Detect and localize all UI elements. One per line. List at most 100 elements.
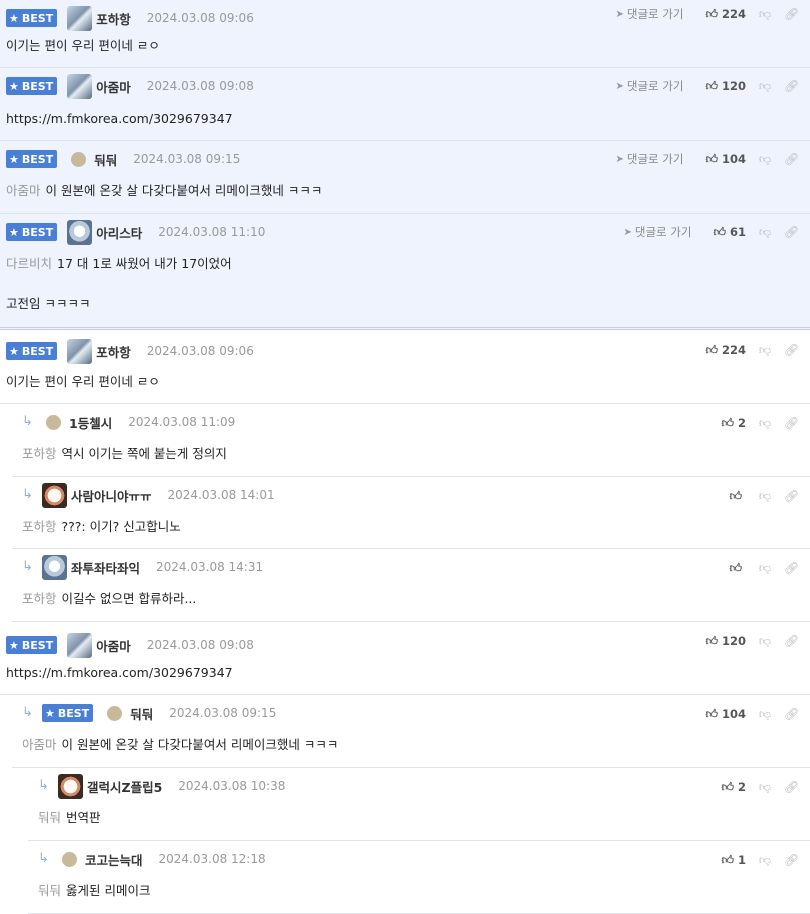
star-icon: ★ [9, 225, 19, 239]
avatar[interactable] [67, 73, 93, 99]
reply-arrow-icon: ↳ [38, 778, 49, 793]
nickname[interactable]: 사람아니야ㅠㅠ [71, 486, 152, 505]
mention[interactable]: 다르비치 [6, 256, 52, 271]
goto-comment-link[interactable]: ➤ 댓글로 가기 [615, 6, 683, 22]
avatar[interactable] [71, 151, 87, 167]
dislike-button[interactable]: 👎︎ [758, 343, 772, 358]
best-comment: ★ BEST 아리스타 2024.03.08 11:10 ➤ 댓글로 가기 👍︎ 61… [0, 214, 810, 330]
link-icon[interactable]: 🔗︎ [784, 79, 799, 93]
thumbs-up-icon: 👍︎ [705, 706, 718, 721]
dislike-button[interactable]: 👎︎ [758, 79, 772, 94]
comment-date: 2024.03.08 09:15 [169, 706, 277, 720]
dislike-button[interactable]: 👎︎ [758, 489, 772, 504]
thumbs-up-icon: 👍︎ [705, 78, 718, 93]
nickname[interactable]: 아줌마 [96, 77, 131, 96]
link-icon[interactable]: 🔗︎ [784, 7, 799, 21]
reply-arrow-icon: ↳ [22, 414, 33, 429]
link-icon[interactable]: 🔗︎ [784, 152, 799, 166]
reply-comment: ↳ ★ BEST 둬둬 2024.03.08 09:15 👍︎ 104 👎︎ 🔗︎ … [12, 695, 810, 768]
dislike-button[interactable]: 👎︎ [758, 780, 772, 795]
like-button[interactable]: 👍︎ 2 [721, 416, 746, 431]
dislike-button[interactable]: 👎︎ [758, 225, 772, 240]
avatar[interactable] [67, 5, 93, 31]
mention[interactable]: 아줌마 [22, 737, 57, 752]
comment-text: 이기는 편이 우리 편이네 ㄹㅇ [6, 374, 160, 389]
avatar[interactable] [46, 414, 61, 430]
comment-text: 역시 이기는 쪽에 붙는게 정의지 [61, 446, 227, 461]
best-comment: ★ BEST 아줌마 2024.03.08 09:08 ➤ 댓글로 가기 👍︎ 120… [0, 68, 810, 141]
nickname[interactable]: 갤럭시Z플립5 [87, 777, 162, 796]
dislike-button[interactable]: 👎︎ [758, 7, 772, 22]
reply-arrow-icon: ↳ [38, 851, 49, 866]
like-button[interactable]: 👍︎ 2 [721, 780, 746, 795]
nickname[interactable]: 아줌마 [96, 636, 131, 655]
reply-arrow-icon: ↳ [22, 487, 33, 502]
dislike-button[interactable]: 👎︎ [758, 634, 772, 649]
link-icon[interactable]: 🔗︎ [784, 634, 799, 648]
avatar[interactable] [42, 554, 67, 580]
nickname[interactable]: 둬둬 [94, 150, 117, 169]
nickname[interactable]: 포하항 [96, 9, 131, 28]
mention[interactable]: 포하항 [22, 591, 57, 606]
comment-link[interactable]: https://m.fmkorea.com/3029679347 [6, 665, 233, 680]
nickname[interactable]: 좌투좌타좌익 [71, 558, 140, 577]
avatar[interactable] [67, 338, 93, 364]
mention[interactable]: 포하항 [22, 446, 57, 461]
nickname[interactable]: 코고는늑대 [85, 850, 143, 869]
link-icon[interactable]: 🔗︎ [784, 416, 799, 430]
link-icon[interactable]: 🔗︎ [784, 707, 799, 721]
mention[interactable]: 둬둬 [38, 810, 61, 825]
best-badge: ★ BEST [6, 9, 58, 27]
link-icon[interactable]: 🔗︎ [784, 780, 799, 794]
thumbs-up-icon: 👍︎ [705, 6, 718, 21]
comment-date: 2024.03.08 09:15 [133, 152, 241, 166]
mention[interactable]: 둬둬 [38, 883, 61, 898]
like-button[interactable]: 👍︎ 1 [721, 853, 746, 868]
avatar[interactable] [62, 851, 77, 867]
mention[interactable]: 포하항 [22, 519, 57, 534]
like-button[interactable]: 👍︎ 104 [705, 707, 746, 722]
thumbs-up-icon: 👍︎ [721, 852, 734, 867]
comment-text: 이 원본에 온갖 살 다갖다붙여서 리메이크했네 ㅋㅋㅋ [61, 737, 339, 752]
like-button[interactable]: 👍︎ 224 [705, 7, 746, 22]
like-button[interactable]: 👍︎ 104 [705, 152, 746, 167]
link-icon[interactable]: 🔗︎ [784, 343, 799, 357]
arrow-icon: ➤ [623, 226, 632, 238]
arrow-icon: ➤ [615, 153, 624, 165]
reply-comment: ↳ 갤럭시Z플립5 2024.03.08 10:38 👍︎ 2 👎︎ 🔗︎ 둬둬 번… [28, 768, 810, 841]
dislike-button[interactable]: 👎︎ [758, 853, 772, 868]
link-icon[interactable]: 🔗︎ [784, 225, 799, 239]
like-button[interactable]: 👍︎ 120 [705, 79, 746, 94]
goto-comment-link[interactable]: ➤ 댓글로 가기 [615, 151, 683, 167]
like-button[interactable]: 👍︎ 224 [705, 343, 746, 358]
dislike-button[interactable]: 👎︎ [758, 416, 772, 431]
avatar[interactable] [42, 482, 67, 508]
thumbs-up-icon: 👍︎ [705, 151, 718, 166]
avatar[interactable] [67, 632, 93, 658]
dislike-button[interactable]: 👎︎ [758, 152, 772, 167]
nickname[interactable]: 아리스타 [96, 223, 142, 242]
avatar[interactable] [67, 219, 93, 245]
dislike-button[interactable]: 👎︎ [758, 561, 772, 576]
like-button[interactable]: 👍︎ [729, 561, 746, 576]
mention[interactable]: 아줌마 [6, 183, 41, 198]
like-button[interactable]: 👍︎ [729, 489, 746, 504]
like-button[interactable]: 👍︎ 61 [713, 225, 746, 240]
goto-comment-link[interactable]: ➤ 댓글로 가기 [623, 224, 691, 240]
best-badge: ★ BEST [42, 704, 94, 722]
thumbs-up-icon: 👍︎ [705, 342, 718, 357]
thumbs-up-icon: 👍︎ [705, 633, 718, 648]
link-icon[interactable]: 🔗︎ [784, 489, 799, 503]
avatar[interactable] [107, 705, 123, 721]
link-icon[interactable]: 🔗︎ [784, 853, 799, 867]
link-icon[interactable]: 🔗︎ [784, 561, 799, 575]
goto-comment-link[interactable]: ➤ 댓글로 가기 [615, 78, 683, 94]
like-button[interactable]: 👍︎ 120 [705, 634, 746, 649]
comment-link[interactable]: https://m.fmkorea.com/3029679347 [6, 111, 233, 126]
dislike-button[interactable]: 👎︎ [758, 707, 772, 722]
nickname[interactable]: 둬둬 [130, 704, 153, 723]
nickname[interactable]: 포하항 [96, 342, 131, 361]
avatar[interactable] [58, 773, 83, 799]
nickname[interactable]: 1등첼시 [69, 413, 112, 432]
comment-text: 17 대 1로 싸웠어 내가 17이었어 [57, 256, 232, 271]
